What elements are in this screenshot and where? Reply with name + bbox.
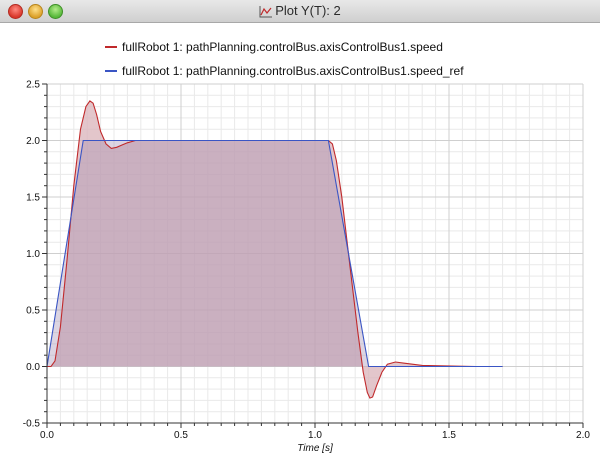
x-tick-label: 0.0	[40, 430, 54, 441]
x-tick-label: 1.5	[442, 430, 456, 441]
y-tick-label: 2.5	[26, 80, 40, 91]
plot-window: Plot Y(T): 2 fullRobot 1: pathPlanning.c…	[0, 0, 600, 472]
y-tick-label: 1.0	[26, 249, 40, 260]
y-tick-label: 2.0	[26, 136, 40, 147]
plot-area[interactable]: 0.0 0.5 1.0 1.5 2.0-0.50.00.51.01.52.02.5Tim…	[0, 0, 600, 472]
x-tick-label: 0.5	[174, 430, 188, 441]
y-tick-label: -0.5	[23, 419, 41, 430]
y-tick-label: 0.5	[26, 306, 40, 317]
y-tick-label: 1.5	[26, 193, 40, 204]
x-tick-label: 1.0	[308, 430, 322, 441]
y-tick-label: 0.0	[26, 362, 40, 373]
x-tick-label: 2.0	[576, 430, 590, 441]
x-axis-label: Time [s]	[297, 443, 333, 454]
